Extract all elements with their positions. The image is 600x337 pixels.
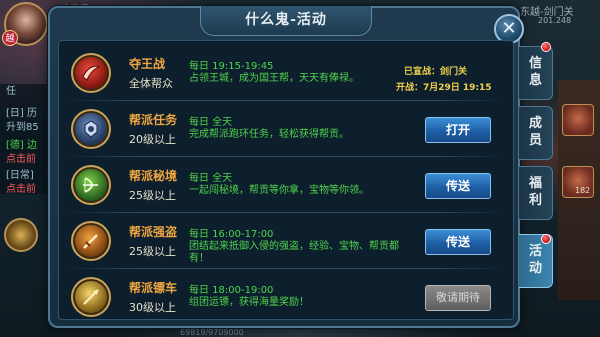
activity-name: 帮派强盗 <box>129 225 178 239</box>
activity-row: 夺王战 全体帮众 每日 19:15-19:45 占领王城，成为国王帮，天天有俸禄… <box>59 45 513 101</box>
activity-name: 帮派镖车 <box>129 281 178 295</box>
activity-row: 帮派任务 20级以上 每日 全天 完成帮派跑环任务，轻松获得帮贡。 打开 <box>59 101 513 157</box>
activity-name: 帮派秘境 <box>129 169 178 183</box>
faction-badge: 越 <box>2 30 18 46</box>
tab-info[interactable]: 信息 <box>519 46 553 100</box>
activity-row: 帮派镖车 30级以上 每日 18:00-19:00 组团运镖，获得海量奖励！ 敬… <box>59 269 513 319</box>
activity-description: 占领王城，成为国王帮，天天有俸禄。 <box>189 73 359 84</box>
activity-name: 夺王战 <box>129 57 166 71</box>
teleport-button[interactable]: 传送 <box>425 229 491 255</box>
item-slot-1[interactable] <box>562 104 594 136</box>
activity-row: 帮派强盗 25级以上 每日 16:00-17:00 团结起来抵御入侵的强盗，经验… <box>59 213 513 269</box>
tab-members[interactable]: 成员 <box>519 106 553 160</box>
spear-icon <box>71 277 111 317</box>
tab-welfare-label: 福利 <box>528 176 542 208</box>
activity-name: 帮派任务 <box>129 113 178 127</box>
dialog-title-bar: 什么鬼-活动 <box>200 6 372 36</box>
activity-row: 帮派秘境 25级以上 每日 全天 一起闯秘境，帮贡等你拿，宝物等你领。 传送 <box>59 157 513 213</box>
war-start-time: 开战：7月29日 19:15 <box>396 83 492 93</box>
tab-welfare[interactable]: 福利 <box>519 166 553 220</box>
teleport-button[interactable]: 传送 <box>425 173 491 199</box>
skill-button[interactable] <box>4 218 38 252</box>
activity-description: 团结起来抵御入侵的强盗，经验、宝物、帮贡都有！ <box>189 241 399 264</box>
tab-info-label: 信息 <box>528 56 542 88</box>
activity-level: 全体帮众 <box>129 77 173 90</box>
war-declared-status: 已宣战：剑门关 <box>404 67 468 77</box>
activity-schedule: 每日 全天 <box>189 117 233 128</box>
activity-schedule: 每日 19:15-19:45 <box>189 61 274 72</box>
open-button[interactable]: 打开 <box>425 117 491 143</box>
activity-level: 20级以上 <box>129 133 176 146</box>
notification-dot <box>541 42 551 52</box>
dialog-title: 什么鬼-活动 <box>245 12 327 28</box>
activity-description: 组团运镖，获得海量奖励！ <box>189 297 309 308</box>
activity-level: 30级以上 <box>129 301 176 314</box>
bow-icon <box>71 165 111 205</box>
activity-schedule: 每日 全天 <box>189 173 233 184</box>
quest-line-6: 点击前 <box>6 184 36 195</box>
quest-line-0: 任 <box>6 86 16 97</box>
quest-line-1[interactable]: [日] 历 <box>6 108 37 120</box>
coming-soon-button[interactable]: 敬请期待 <box>425 285 491 311</box>
quest-line-5[interactable]: [日常] <box>6 170 34 182</box>
activity-level: 25级以上 <box>129 189 176 202</box>
wing-blade-icon <box>71 53 111 93</box>
banner-emblem-icon <box>71 109 111 149</box>
activity-list: 夺王战 全体帮众 每日 19:15-19:45 占领王城，成为国王帮，天天有俸禄… <box>58 40 514 320</box>
experience-readout: 69819/9709000 <box>180 328 244 337</box>
activity-schedule: 每日 16:00-17:00 <box>189 229 274 240</box>
quest-line-4: 点击前 <box>6 154 36 165</box>
activity-description: 一起闯秘境，帮贡等你拿，宝物等你领。 <box>189 185 369 196</box>
activity-description: 完成帮派跑环任务，轻松获得帮贡。 <box>189 129 349 140</box>
item-count: 182 <box>575 186 591 195</box>
activity-level: 25级以上 <box>129 245 176 258</box>
quest-line-2: 升到85 <box>6 122 39 133</box>
activity-schedule: 每日 18:00-19:00 <box>189 285 274 296</box>
tab-members-label: 成员 <box>528 116 542 148</box>
sword-icon <box>71 221 111 261</box>
tab-activities-label: 活动 <box>528 244 542 276</box>
quest-line-3[interactable]: [德] 边 <box>6 140 37 152</box>
map-coordinates: 201.248 <box>538 16 572 25</box>
notification-dot <box>541 234 551 244</box>
